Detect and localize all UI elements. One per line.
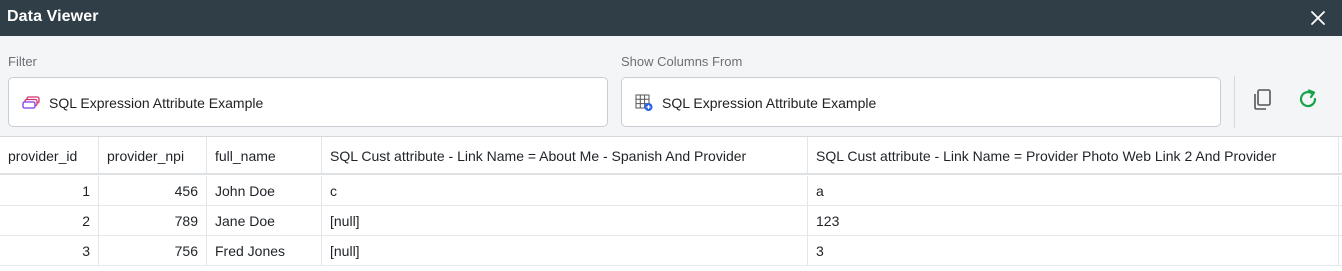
table-grid-icon xyxy=(634,94,654,112)
cell-provider-npi: 789 xyxy=(99,206,207,235)
column-header-about-me[interactable]: SQL Cust attribute - Link Name = About M… xyxy=(322,137,808,173)
column-header-photo-link[interactable]: SQL Cust attribute - Link Name = Provide… xyxy=(808,137,1339,173)
show-columns-value: SQL Expression Attribute Example xyxy=(662,95,877,111)
filter-value: SQL Expression Attribute Example xyxy=(49,95,264,111)
cell-about-me: c xyxy=(322,176,808,205)
copy-icon[interactable] xyxy=(1250,86,1276,112)
cell-provider-id: 3 xyxy=(0,236,99,265)
filter-label: Filter xyxy=(8,54,37,69)
column-header-full-name[interactable]: full_name xyxy=(207,137,322,173)
table-row[interactable]: 2 789 Jane Doe [null] 123 xyxy=(0,206,1342,236)
column-header-provider-id[interactable]: provider_id xyxy=(0,137,99,173)
cell-provider-id: 1 xyxy=(0,176,99,205)
table-row[interactable]: 1 456 John Doe c a xyxy=(0,176,1342,206)
show-columns-field[interactable]: SQL Expression Attribute Example xyxy=(621,77,1221,127)
cell-about-me: [null] xyxy=(322,236,808,265)
cell-photo-link: 123 xyxy=(808,206,1339,235)
cell-full-name: Jane Doe xyxy=(207,206,322,235)
show-columns-label: Show Columns From xyxy=(621,54,743,69)
table-header: provider_id provider_npi full_name SQL C… xyxy=(0,137,1342,175)
title-bar: Data Viewer xyxy=(0,0,1342,36)
controls-panel: Filter SQL Expression Attribute Example … xyxy=(0,36,1342,137)
cell-about-me: [null] xyxy=(322,206,808,235)
toolbar-divider xyxy=(1234,76,1235,128)
cell-photo-link: a xyxy=(808,176,1339,205)
cell-full-name: John Doe xyxy=(207,176,322,205)
cell-provider-npi: 756 xyxy=(99,236,207,265)
cell-full-name: Fred Jones xyxy=(207,236,322,265)
close-icon[interactable] xyxy=(1306,6,1330,30)
filter-field[interactable]: SQL Expression Attribute Example xyxy=(8,77,608,127)
refresh-icon[interactable] xyxy=(1295,86,1321,112)
table-row[interactable]: 3 756 Fred Jones [null] 3 xyxy=(0,236,1342,266)
window-title: Data Viewer xyxy=(7,8,99,25)
column-header-provider-npi[interactable]: provider_npi xyxy=(99,137,207,173)
cell-provider-npi: 456 xyxy=(99,176,207,205)
cell-provider-id: 2 xyxy=(0,206,99,235)
attribute-icon xyxy=(21,94,41,112)
cell-photo-link: 3 xyxy=(808,236,1339,265)
